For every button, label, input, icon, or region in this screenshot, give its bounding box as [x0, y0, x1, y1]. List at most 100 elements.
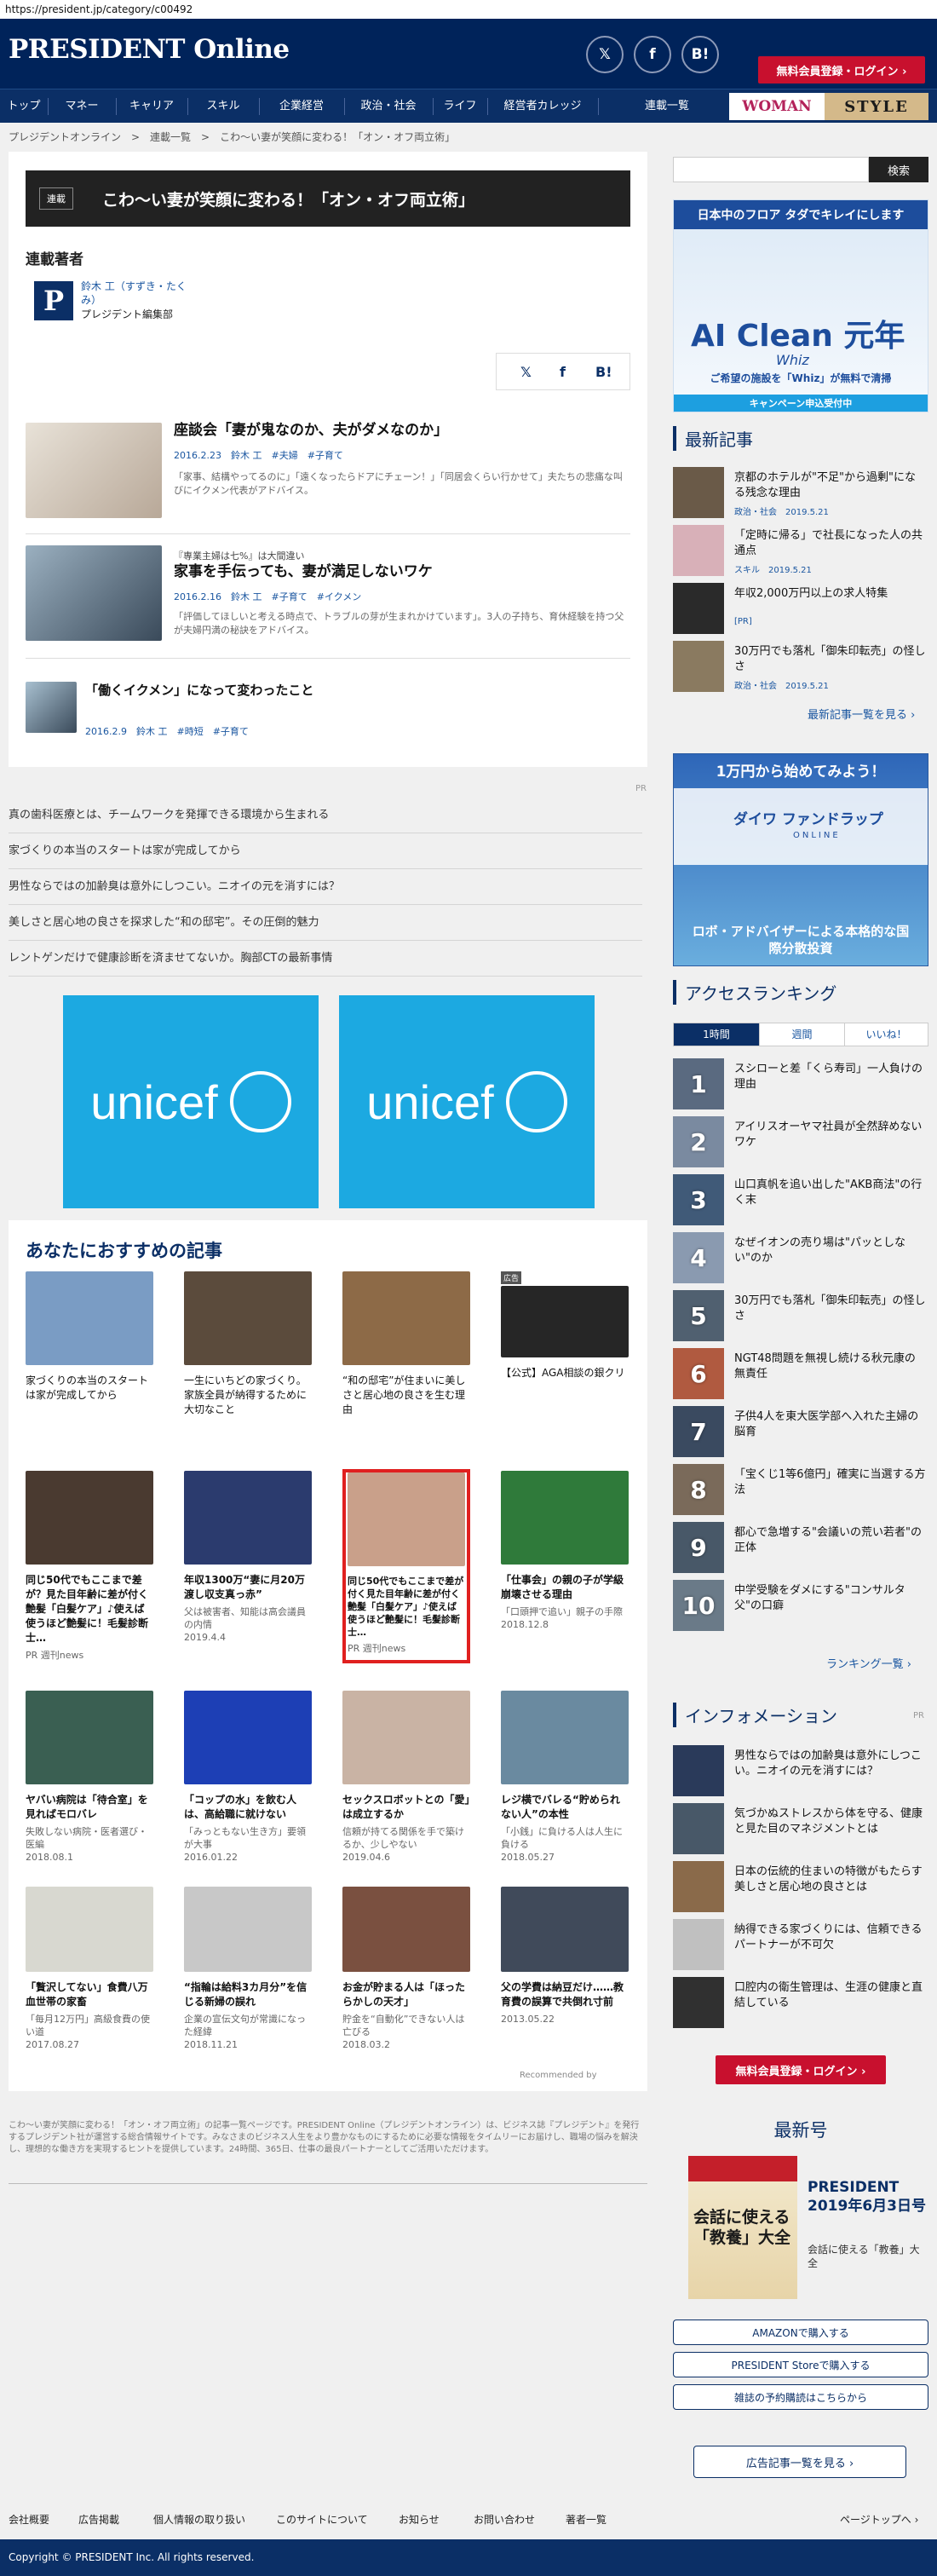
- rank-number[interactable]: 4: [673, 1232, 724, 1283]
- author-avatar[interactable]: P: [34, 281, 73, 320]
- recommend-image[interactable]: [26, 1471, 153, 1565]
- recommend-title[interactable]: 【公式】AGA相談の銀クリ: [501, 1366, 629, 1380]
- nav-skill[interactable]: スキル: [187, 89, 259, 124]
- rank-number[interactable]: 1: [673, 1058, 724, 1109]
- unicef-banner[interactable]: unicef: [63, 995, 319, 1208]
- recommend-item[interactable]: “指輪は給料3カ月分”を信じる新婦の誤れ 企業の宣伝文句が常識になった経緯 20…: [184, 1887, 312, 2051]
- ranking-item[interactable]: 2 アイリスオーヤマ社員が全然辞めないワケ: [673, 1116, 928, 1167]
- latest-more-link[interactable]: 最新記事一覧を見る ›: [808, 706, 915, 722]
- recommend-image[interactable]: [501, 1471, 629, 1565]
- ranking-title[interactable]: NGT48問題を無視し続ける秋元康の無責任: [734, 1351, 926, 1382]
- info-title[interactable]: 日本の伝統的住まいの特徴がもたらす美しさと居心地の良さとは: [734, 1864, 926, 1895]
- footer-link[interactable]: このサイトについて: [276, 2512, 368, 2527]
- recommend-item[interactable]: ヤバい病院は「待合室」を見ればモロバレ 失敗しない病院・医者選び・医編 2018…: [26, 1691, 153, 1864]
- ranking-item[interactable]: 8 「宝くじ1等6億円」確実に当選する方法: [673, 1464, 928, 1515]
- article-meta[interactable]: 2016.2.9 鈴木 工 #時短 #子育て: [85, 724, 249, 738]
- nav-career[interactable]: キャリア: [116, 89, 187, 124]
- login-button[interactable]: 無料会員登録・ログイン ›: [758, 56, 925, 84]
- whiz-ad[interactable]: 日本中のフロア タダでキレイにします AI Clean 元年 Whiz ご希望の…: [673, 199, 928, 412]
- recommend-title[interactable]: “和の邸宅”が住まいに美しさと居心地の良さを生む理由: [342, 1374, 470, 1417]
- recommend-item[interactable]: 「贅沢してない」食費八万血世帯の家畜 「毎月12万円」高級食費の使い道 2017…: [26, 1887, 153, 2051]
- info-item[interactable]: 口腔内の衛生管理は、生涯の健康と直結している: [673, 1977, 928, 2028]
- latest-item[interactable]: 「定時に帰る」で社長になった人の共通点 スキル 2019.5.21: [673, 525, 928, 576]
- info-item[interactable]: 気づかぬストレスから体を守る、健康と見た目のマネジメントとは: [673, 1803, 928, 1854]
- facebook-icon[interactable]: f: [634, 36, 671, 73]
- ranking-item[interactable]: 5 30万円でも落札「御朱印転売」の怪しさ: [673, 1290, 928, 1341]
- rank-number[interactable]: 3: [673, 1174, 724, 1225]
- latest-thumb[interactable]: [673, 583, 724, 634]
- tab-1hour[interactable]: 1時間: [674, 1023, 759, 1046]
- recommend-item-highlighted[interactable]: 同じ50代でもここまで差が付く見た目年齢に差が付く艶髪「白髪ケア」♪使えば使うほ…: [342, 1469, 470, 1663]
- recommend-image[interactable]: [184, 1271, 312, 1365]
- info-thumb[interactable]: [673, 1977, 724, 2028]
- info-item[interactable]: 納得できる家づくりには、信頼できるパートナーが不可欠: [673, 1919, 928, 1970]
- pr-link[interactable]: 男性ならではの加齢臭は意外にしつこい。ニオイの元を消すには？: [9, 869, 642, 905]
- ranking-title[interactable]: 都心で急増する"会議いの荒い若者"の正体: [734, 1525, 926, 1556]
- ranking-title[interactable]: 子供4人を東大医学部へ入れた主婦の脳育: [734, 1409, 926, 1440]
- article-thumb[interactable]: [26, 545, 162, 641]
- latest-thumb[interactable]: [673, 641, 724, 692]
- nav-college[interactable]: 経営者カレッジ: [487, 89, 598, 124]
- recommend-image[interactable]: [501, 1691, 629, 1784]
- recommend-image[interactable]: [26, 1887, 153, 1972]
- style-link[interactable]: STYLE: [825, 93, 928, 120]
- recommend-item[interactable]: 同じ50代でもここまで差が？見た目年齢に差が付く艶髪「白髪ケア」♪使えば使うほど…: [26, 1471, 153, 1662]
- footer-link[interactable]: 広告掲載: [78, 2512, 119, 2527]
- daiwa-ad[interactable]: 1万円から始めてみよう！ ダイワ ファンドラップ ONLINE ロボ・アドバイザ…: [673, 753, 928, 966]
- info-item[interactable]: 日本の伝統的住まいの特徴がもたらす美しさと居心地の良さとは: [673, 1861, 928, 1912]
- info-thumb[interactable]: [673, 1919, 724, 1970]
- article-title[interactable]: 座談会「妻が鬼なのか、夫がダメなのか」: [174, 421, 625, 440]
- sidebar-login-button[interactable]: 無料会員登録・ログイン ›: [716, 2055, 886, 2084]
- ranking-more-link[interactable]: ランキング一覧 ›: [826, 1655, 911, 1671]
- breadcrumb[interactable]: プレジデントオンライン > 連載一覧 > こわ〜い妻が笑顔に変わる！「オン・オフ…: [9, 130, 455, 144]
- ranking-item[interactable]: 6 NGT48問題を無視し続ける秋元康の無責任: [673, 1348, 928, 1399]
- nav-politics[interactable]: 政治・社会: [344, 89, 433, 124]
- subscribe-button[interactable]: 雑誌の予約購読はこちらから: [673, 2384, 928, 2410]
- info-title[interactable]: 納得できる家づくりには、信頼できるパートナーが不可欠: [734, 1922, 926, 1953]
- tab-likes[interactable]: いいね！: [844, 1023, 928, 1046]
- latest-title[interactable]: 30万円でも落札「御朱印転売」の怪しさ: [734, 644, 926, 675]
- ranking-title[interactable]: 山口真帆を追い出した"AKB商法"の行く末: [734, 1178, 926, 1208]
- recommend-item[interactable]: お金が貯まる人は「ほったらかしの天才」 貯金を“自動化”できない人は亡びる 20…: [342, 1887, 470, 2051]
- latest-title[interactable]: 「定時に帰る」で社長になった人の共通点: [734, 528, 926, 559]
- info-item[interactable]: 男性ならではの加齢臭は意外にしつこい。ニオイの元を消すには？: [673, 1745, 928, 1796]
- ranking-title[interactable]: 30万円でも落札「御朱印転売」の怪しさ: [734, 1294, 926, 1324]
- latest-thumb[interactable]: [673, 467, 724, 518]
- recommend-title[interactable]: 「贅沢してない」食費八万血世帯の家畜: [26, 1980, 153, 2009]
- recommend-title[interactable]: 同じ50代でもここまで差が？見た目年齢に差が付く艶髪「白髪ケア」♪使えば使うほど…: [26, 1573, 153, 1645]
- recommend-item[interactable]: “和の邸宅”が住まいに美しさと居心地の良さを生む理由: [342, 1271, 470, 1417]
- rank-number[interactable]: 2: [673, 1116, 724, 1167]
- recommend-image[interactable]: [184, 1887, 312, 1972]
- recommend-item[interactable]: 一生にいちどの家づくり。家族全員が納得するために大切なこと: [184, 1271, 312, 1417]
- recommend-image[interactable]: [342, 1271, 470, 1365]
- latest-item[interactable]: 30万円でも落札「御朱印転売」の怪しさ 政治・社会 2019.5.21: [673, 641, 928, 692]
- ad-articles-button[interactable]: 広告記事一覧を見る ›: [693, 2446, 906, 2478]
- twitter-icon[interactable]: 𝕏: [586, 36, 624, 73]
- recommend-title[interactable]: 父の学費は納豆だけ……教育費の誤算で共倒れ寸前: [501, 1980, 629, 2009]
- nav-top[interactable]: トップ: [0, 89, 48, 124]
- issue-cover[interactable]: 会話に使える「教養」大全: [688, 2156, 797, 2299]
- recommend-title[interactable]: お金が貯まる人は「ほったらかしの天才」: [342, 1980, 470, 2009]
- ranking-item[interactable]: 9 都心で急増する"会議いの荒い若者"の正体: [673, 1522, 928, 1573]
- article-thumb[interactable]: [26, 423, 162, 518]
- recommended-by[interactable]: Recommended by: [520, 2071, 597, 2080]
- recommend-title[interactable]: 同じ50代でもここまで差が付く見た目年齢に差が付く艶髪「白髪ケア」♪使えば使うほ…: [348, 1575, 465, 1639]
- ranking-item[interactable]: 4 なぜイオンの売り場は"パッとしない"のか: [673, 1232, 928, 1283]
- recommend-image[interactable]: [501, 1887, 629, 1972]
- page-top-link[interactable]: ページトップへ ›: [840, 2512, 918, 2527]
- latest-thumb[interactable]: [673, 525, 724, 576]
- latest-item[interactable]: 年収2,000万円以上の求人特集 [PR]: [673, 583, 928, 634]
- recommend-title[interactable]: 「コップの水」を飲む人は、高給職に就けない: [184, 1793, 312, 1822]
- info-title[interactable]: 気づかぬストレスから体を守る、健康と見た目のマネジメントとは: [734, 1807, 926, 1837]
- footer-link[interactable]: 会社概要: [9, 2512, 49, 2527]
- article-meta[interactable]: 2016.2.23 鈴木 工 #夫婦 #子育て: [174, 448, 343, 462]
- site-logo[interactable]: PRESIDENT Online: [9, 34, 290, 65]
- recommend-ad[interactable]: 広告 【公式】AGA相談の銀クリ: [501, 1271, 629, 1380]
- pr-link[interactable]: 家づくりの本当のスタートは家が完成してから: [9, 833, 642, 869]
- search-button[interactable]: 検索: [869, 157, 928, 182]
- rank-number[interactable]: 8: [673, 1464, 724, 1515]
- ranking-title[interactable]: 中学受験をダメにする"コンサルタ父"の口癖: [734, 1583, 926, 1614]
- search-input[interactable]: [673, 157, 869, 182]
- recommend-title[interactable]: レジ横でバレる“貯められない人”の本性: [501, 1793, 629, 1822]
- recommend-title[interactable]: ヤバい病院は「待合室」を見ればモロバレ: [26, 1793, 153, 1822]
